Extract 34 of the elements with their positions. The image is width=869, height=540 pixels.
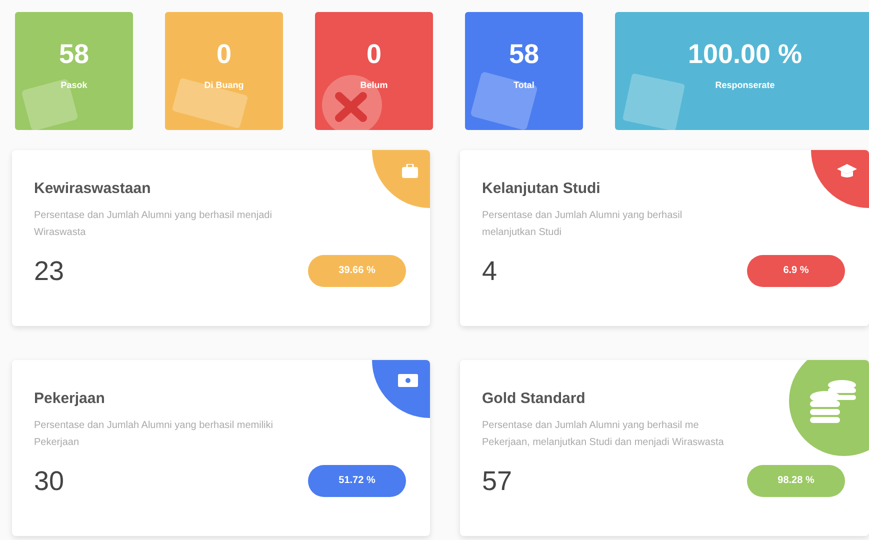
banknote-icon: [398, 374, 418, 387]
card-description: Persentase dan Jumlah Alumni yang berhasil: [482, 208, 684, 222]
card-description: Persentase dan Jumlah Alumni yang berhasil memiliki: [34, 418, 274, 432]
tile-label: Belum: [360, 78, 388, 92]
card-description: Pekerjaan, melanjutkan Studi dan menjadi Wiraswasta: [482, 436, 725, 450]
tile-value: 0: [366, 38, 382, 71]
card-description: melanjutkan Studi: [482, 226, 562, 240]
percentage-badge: 98.28 %: [747, 464, 845, 497]
card-count: 4: [482, 254, 498, 288]
tile-value: 100.00 %: [688, 38, 802, 71]
graduation-cap-icon: [837, 164, 857, 178]
card-title: Gold Standard: [482, 389, 586, 409]
card-description: Pekerjaan: [34, 436, 80, 450]
percentage-badge: 39.66 %: [308, 254, 406, 287]
card-title: Kelanjutan Studi: [482, 179, 602, 199]
tile-label: Responserate: [715, 78, 775, 92]
percentage-badge: 51.72 %: [308, 464, 406, 497]
tile-label: Di Buang: [204, 78, 244, 92]
card-description: Wiraswasta: [34, 226, 87, 240]
card-count: 23: [34, 254, 64, 288]
tile-label: Pasok: [60, 78, 88, 92]
tile-value: 58: [508, 38, 540, 71]
card-description: Persentase dan Jumlah Alumni yang berhasil me: [482, 418, 700, 432]
coins-icon: [808, 377, 858, 425]
card-title: Kewiraswastaan: [34, 179, 152, 199]
tile-value: 58: [58, 38, 90, 71]
card-count: 57: [482, 464, 512, 498]
card-description: Persentase dan Jumlah Alumni yang berhasil menjadi: [34, 208, 273, 222]
card-title: Pekerjaan: [34, 389, 106, 409]
percentage-badge: 6.9 %: [747, 254, 845, 287]
card-count: 30: [34, 464, 64, 498]
tile-label: Total: [514, 78, 534, 92]
tile-value: 0: [216, 38, 232, 71]
briefcase-icon: [402, 164, 418, 178]
